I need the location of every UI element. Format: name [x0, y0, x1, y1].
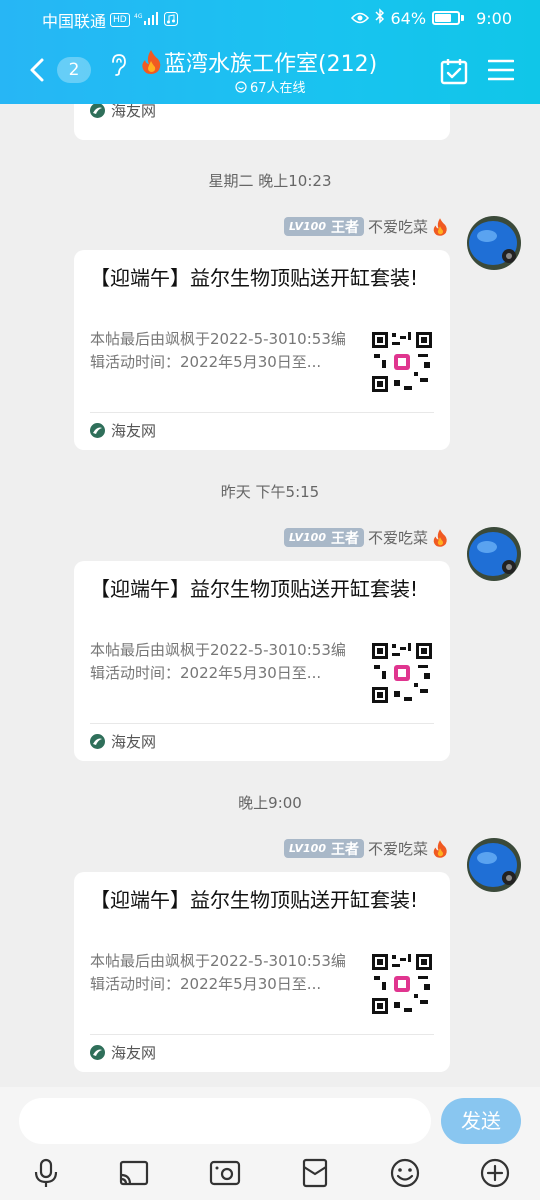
signal-icon: 4G [134, 11, 160, 30]
photo-icon[interactable] [209, 1157, 241, 1189]
network-label: 4G [134, 13, 143, 20]
link-card[interactable]: 【迎端午】益尔生物顶贴送开缸套装! 本帖最后由飒枫于2022-5-3010:53… [74, 250, 450, 450]
online-count: 67人在线 [250, 81, 306, 96]
level-badge: LV100 王者 [284, 217, 364, 236]
level-badge: LV100 王者 [284, 839, 364, 858]
input-bar: 发送 [0, 1087, 540, 1200]
card-title: 【迎端午】益尔生物顶贴送开缸套装! [90, 888, 419, 912]
link-card-partial[interactable]: 海友网 [74, 104, 450, 140]
qr-code-icon [370, 641, 434, 705]
chat-area[interactable]: 海友网 星期二 晚上10:23 LV100 王者 不爱吃菜 【迎端午】益尔生物顶贴… [0, 104, 540, 1087]
header: 中国联通 HD 4G 64% 9:00 2 蓝湾水族工作室(212) 67人在线 [0, 0, 540, 104]
source-logo-icon [90, 104, 105, 118]
eye-icon [350, 9, 369, 28]
music-app-icon [163, 11, 178, 30]
battery-tip [461, 15, 465, 21]
sender-name[interactable]: 不爱吃菜 [368, 527, 428, 548]
card-source-label: 海友网 [111, 1044, 157, 1062]
message-timestamp: 星期二 晚上10:23 [208, 172, 332, 190]
plus-icon[interactable] [479, 1157, 511, 1189]
menu-icon[interactable] [488, 59, 514, 81]
send-button[interactable]: 发送 [441, 1098, 521, 1144]
fire-icon [433, 217, 447, 236]
unread-count[interactable]: 2 [57, 57, 91, 83]
hd-badge: HD [110, 13, 130, 27]
message-input[interactable] [19, 1098, 431, 1144]
fire-icon [433, 839, 447, 858]
sender-name[interactable]: 不爱吃菜 [368, 838, 428, 859]
toolbar [0, 1157, 540, 1191]
card-source: 海友网 [90, 104, 156, 121]
card-divider [90, 1034, 434, 1035]
card-description: 本帖最后由飒枫于2022-5-3010:53编辑活动时间：2022年5月30日至… [90, 641, 346, 682]
sender-row: LV100 王者 不爱吃菜 [284, 216, 448, 237]
card-title: 【迎端午】益尔生物顶贴送开缸套装! [90, 266, 419, 290]
nav-bar: 2 蓝湾水族工作室(212) 67人在线 [0, 40, 540, 100]
back-icon[interactable] [26, 56, 50, 84]
avatar[interactable] [467, 838, 521, 892]
sender-row: LV100 王者 不爱吃菜 [284, 838, 448, 859]
card-source-label: 海友网 [111, 422, 157, 440]
card-source-label: 海友网 [111, 104, 157, 120]
card-divider [90, 412, 434, 413]
avatar[interactable] [467, 216, 521, 270]
card-divider [90, 723, 434, 724]
group-title[interactable]: 蓝湾水族工作室(212) [164, 46, 377, 78]
battery-icon [432, 11, 461, 25]
bluetooth-icon [374, 8, 385, 28]
source-logo-icon [90, 734, 105, 749]
level-badge: LV100 王者 [284, 528, 364, 547]
message-timestamp: 昨天 下午5:15 [220, 483, 320, 501]
online-status: 67人在线 [235, 77, 306, 96]
card-source: 海友网 [90, 1042, 156, 1063]
link-card[interactable]: 【迎端午】益尔生物顶贴送开缸套装! 本帖最后由飒枫于2022-5-3010:53… [74, 561, 450, 761]
qr-code-icon [370, 330, 434, 394]
screen-share-icon[interactable] [118, 1157, 150, 1189]
link-card[interactable]: 【迎端午】益尔生物顶贴送开缸套装! 本帖最后由飒枫于2022-5-3010:53… [74, 872, 450, 1072]
carrier-label: 中国联通 [42, 12, 107, 31]
fire-icon [433, 528, 447, 547]
card-description: 本帖最后由飒枫于2022-5-3010:53编辑活动时间：2022年5月30日至… [90, 952, 346, 993]
battery-percent: 64% [390, 8, 427, 28]
ear-icon[interactable] [108, 53, 128, 77]
red-packet-icon[interactable] [299, 1157, 331, 1189]
card-title: 【迎端午】益尔生物顶贴送开缸套装! [90, 577, 419, 601]
source-logo-icon [90, 423, 105, 438]
card-source-label: 海友网 [111, 733, 157, 751]
microphone-icon[interactable] [30, 1157, 62, 1189]
status-bar: 中国联通 HD 4G 64% 9:00 [0, 0, 540, 36]
fire-icon [142, 50, 161, 74]
clock: 9:00 [476, 8, 512, 28]
sender-row: LV100 王者 不爱吃菜 [284, 527, 448, 548]
card-description: 本帖最后由飒枫于2022-5-3010:53编辑活动时间：2022年5月30日至… [90, 330, 346, 371]
source-logo-icon [90, 1045, 105, 1060]
card-source: 海友网 [90, 731, 156, 752]
emoji-icon[interactable] [389, 1157, 421, 1189]
calendar-check-icon[interactable] [440, 57, 468, 85]
card-source: 海友网 [90, 420, 156, 441]
online-icon [235, 80, 247, 93]
sender-name[interactable]: 不爱吃菜 [368, 216, 428, 237]
qr-code-icon [370, 952, 434, 1016]
avatar[interactable] [467, 527, 521, 581]
message-timestamp: 晚上9:00 [238, 794, 302, 812]
